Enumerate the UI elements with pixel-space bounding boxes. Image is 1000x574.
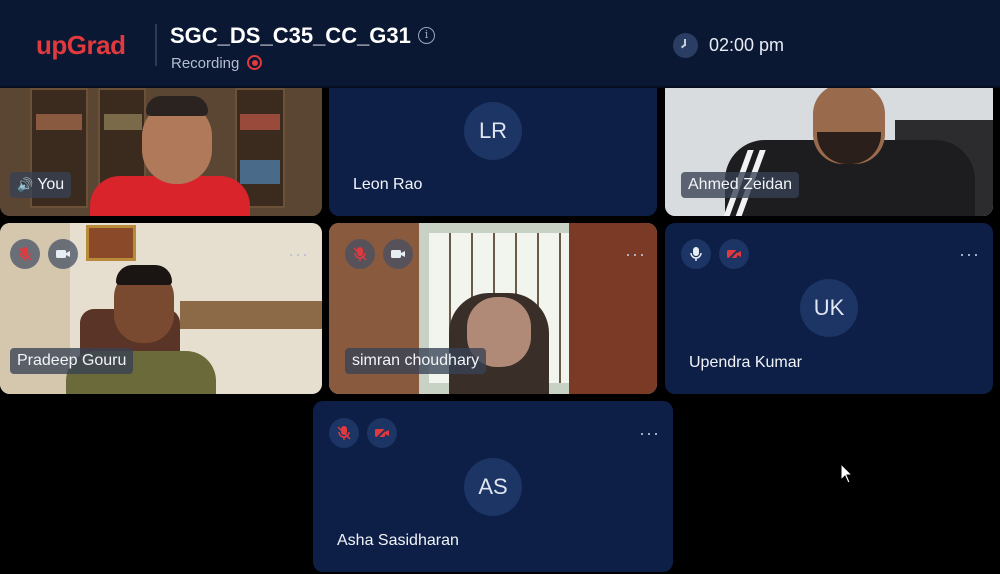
recording-indicator-icon [247, 55, 262, 70]
participant-name-you: 🔊 You [10, 172, 72, 198]
meeting-header: upGrad SGC_DS_C35_CC_G31 i Recording 02:… [0, 0, 1000, 88]
mic-muted-button[interactable] [10, 239, 40, 269]
info-icon[interactable]: i [418, 27, 435, 44]
mic-on-button[interactable] [681, 239, 711, 269]
camera-on-button[interactable] [383, 239, 413, 269]
mic-muted-button[interactable] [345, 239, 375, 269]
participant-tile-pradeep-gouru[interactable]: ··· Pradeep Gouru [0, 223, 322, 394]
more-options-button[interactable]: ··· [288, 245, 309, 263]
camera-off-button[interactable] [719, 239, 749, 269]
participant-initials: UK [800, 279, 858, 337]
meeting-title: SGC_DS_C35_CC_G31 [170, 23, 411, 48]
more-options-button[interactable]: ··· [639, 424, 660, 442]
participant-tile-simran-choudhary[interactable]: ··· simran choudhary [329, 223, 657, 394]
participant-name: simran choudhary [345, 348, 487, 374]
participant-name: Upendra Kumar [689, 354, 802, 371]
participant-initials: AS [464, 458, 522, 516]
recording-label: Recording [171, 55, 240, 72]
mouse-cursor-icon [840, 463, 854, 484]
header-divider [155, 24, 157, 66]
camera-on-button[interactable] [48, 239, 78, 269]
speaker-icon: 🔊 [17, 177, 34, 192]
mic-muted-button[interactable] [329, 418, 359, 448]
participant-name: Pradeep Gouru [10, 348, 134, 374]
participant-name: Ahmed Zeidan [681, 172, 800, 198]
participant-name: Asha Sasidharan [337, 532, 459, 549]
camera-off-button[interactable] [367, 418, 397, 448]
more-options-button[interactable]: ··· [625, 245, 646, 263]
more-options-button[interactable]: ··· [959, 245, 980, 263]
participant-tile-asha-sasidharan[interactable]: ··· AS Asha Sasidharan [313, 401, 673, 572]
clock-icon [673, 33, 698, 58]
participant-tile-you[interactable]: 🔊 You [0, 80, 322, 216]
meeting-time: 02:00 pm [709, 35, 785, 55]
participant-initials: LR [464, 102, 522, 160]
participant-name: Leon Rao [353, 176, 423, 193]
participant-tile-ahmed-zeidan[interactable]: Ahmed Zeidan [665, 80, 993, 216]
upgrad-logo: upGrad [36, 30, 126, 60]
participant-tile-leon-rao[interactable]: LR Leon Rao [329, 80, 657, 216]
participant-tile-upendra-kumar[interactable]: ··· UK Upendra Kumar [665, 223, 993, 394]
